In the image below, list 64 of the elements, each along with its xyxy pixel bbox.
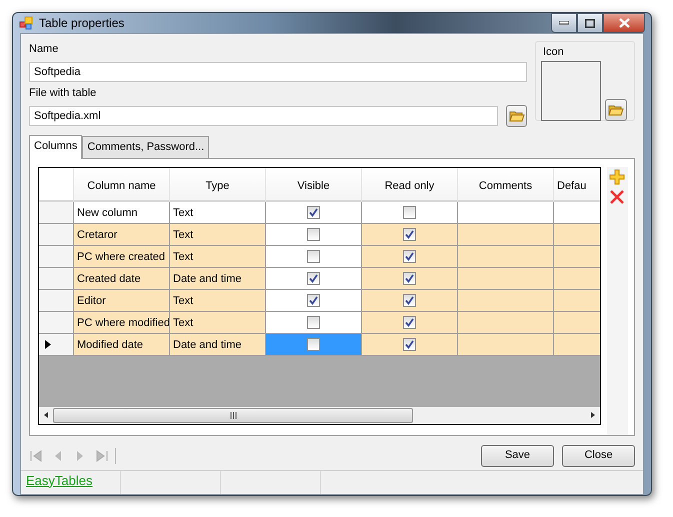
- icon-group-label: Icon: [543, 46, 564, 58]
- dialog-button[interactable]: Close: [562, 444, 635, 466]
- close-icon: [618, 18, 630, 28]
- checkbox[interactable]: [307, 338, 320, 350]
- table-cell: PC where created: [74, 246, 170, 268]
- grid-corner: [39, 168, 74, 202]
- checkbox[interactable]: [307, 206, 320, 218]
- checkbox[interactable]: [403, 316, 416, 328]
- delete-icon[interactable]: [609, 188, 626, 204]
- table-cell: Created date: [74, 268, 170, 290]
- checkbox[interactable]: [307, 294, 320, 306]
- dialog-button[interactable]: Save: [481, 444, 554, 466]
- table-cell: New column: [74, 202, 170, 224]
- column-header[interactable]: Type: [170, 168, 266, 202]
- add-icon[interactable]: [609, 168, 626, 184]
- table-cell: Text: [170, 224, 266, 246]
- checkbox[interactable]: [403, 250, 416, 262]
- table-cell: Date and time: [170, 268, 266, 290]
- table-cell: Text: [170, 246, 266, 268]
- table-cell: Text: [170, 312, 266, 334]
- close-icon-button[interactable]: [603, 13, 645, 33]
- table-cell: Editor: [74, 290, 170, 312]
- checkbox[interactable]: [403, 206, 416, 218]
- folder-icon-button[interactable]: [605, 98, 627, 120]
- file-field[interactable]: Softpedia.xml: [29, 106, 498, 126]
- checkbox[interactable]: [403, 228, 416, 240]
- scrollbar-thumb[interactable]: [53, 408, 413, 422]
- row-header[interactable]: [39, 334, 74, 356]
- table-cell: Cretaror: [74, 224, 170, 246]
- last-record-icon[interactable]: [95, 448, 109, 462]
- checkbox[interactable]: [307, 272, 320, 284]
- tab[interactable]: Comments, Password...: [82, 136, 210, 158]
- table-cell: Modified date: [74, 334, 170, 356]
- maximize-button[interactable]: [577, 13, 603, 33]
- checkbox[interactable]: [307, 316, 320, 328]
- table-cell: PC where modified: [74, 312, 170, 334]
- tab[interactable]: Columns: [29, 135, 82, 158]
- table-cell: Date and time: [170, 334, 266, 356]
- icon-preview: [541, 60, 601, 120]
- first-record-icon[interactable]: [29, 448, 43, 462]
- minimize-icon: [559, 21, 569, 25]
- column-header[interactable]: Read only: [362, 168, 458, 202]
- minimize-button[interactable]: [551, 13, 577, 33]
- column-header[interactable]: Visible: [266, 168, 362, 202]
- maximize-icon: [585, 18, 595, 28]
- checkbox[interactable]: [307, 228, 320, 240]
- checkbox[interactable]: [403, 272, 416, 284]
- checkbox[interactable]: [307, 250, 320, 262]
- checkbox[interactable]: [403, 338, 416, 350]
- table-cell: Text: [170, 290, 266, 312]
- checkbox[interactable]: [403, 294, 416, 306]
- window-title: Table properties: [39, 15, 124, 32]
- name-field[interactable]: Softpedia: [29, 62, 527, 82]
- column-header[interactable]: Column name: [74, 168, 170, 202]
- horizontal-scrollbar[interactable]: [39, 406, 600, 424]
- file-label: File with table: [29, 86, 98, 100]
- table-cell: Text: [170, 202, 266, 224]
- name-label: Name: [29, 42, 60, 57]
- app-icon: [19, 16, 33, 30]
- folder-icon-button[interactable]: [506, 105, 527, 127]
- status-text: EasyTables: [25, 472, 94, 490]
- folder-icon: [608, 102, 624, 116]
- folder-icon: [508, 109, 525, 123]
- column-header[interactable]: Comments: [458, 168, 554, 202]
